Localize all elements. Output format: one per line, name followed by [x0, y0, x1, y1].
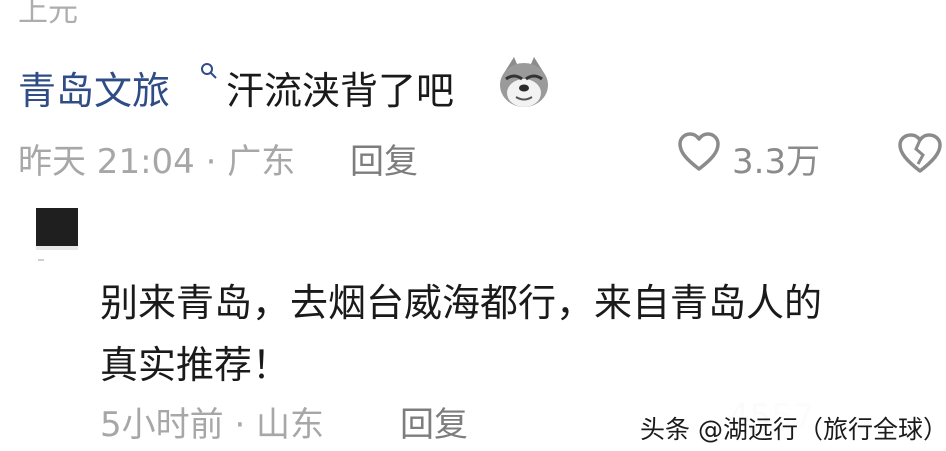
dog-emoji-icon — [500, 57, 548, 107]
watermark: 头条 @湖远行（旅行全球） — [640, 415, 946, 444]
comment-author-name[interactable]: 青岛文旅 — [18, 60, 170, 115]
heart-icon[interactable] — [676, 131, 722, 173]
comment-meta: 5小时前 · 山东 — [100, 405, 325, 445]
avatar-divider — [36, 246, 78, 250]
like-count: 3.3万 — [732, 142, 821, 182]
search-icon — [201, 63, 217, 79]
reply-button[interactable]: 回复 — [350, 134, 418, 183]
reply-button[interactable]: 回复 — [400, 397, 468, 446]
broken-heart-icon[interactable] — [896, 131, 944, 175]
cut-off-text: 上元 — [18, 0, 78, 29]
comment-meta: 昨天 21:04 · 广东 — [18, 142, 296, 182]
comment-text: 汗流浃背了吧 — [226, 69, 455, 113]
separator — [38, 259, 44, 261]
comment-text-line2: 真实推荐！ — [100, 343, 291, 387]
avatar[interactable] — [36, 208, 78, 246]
comment-text-line1: 别来青岛，去烟台威海都行，来自青岛人的 — [100, 281, 823, 325]
